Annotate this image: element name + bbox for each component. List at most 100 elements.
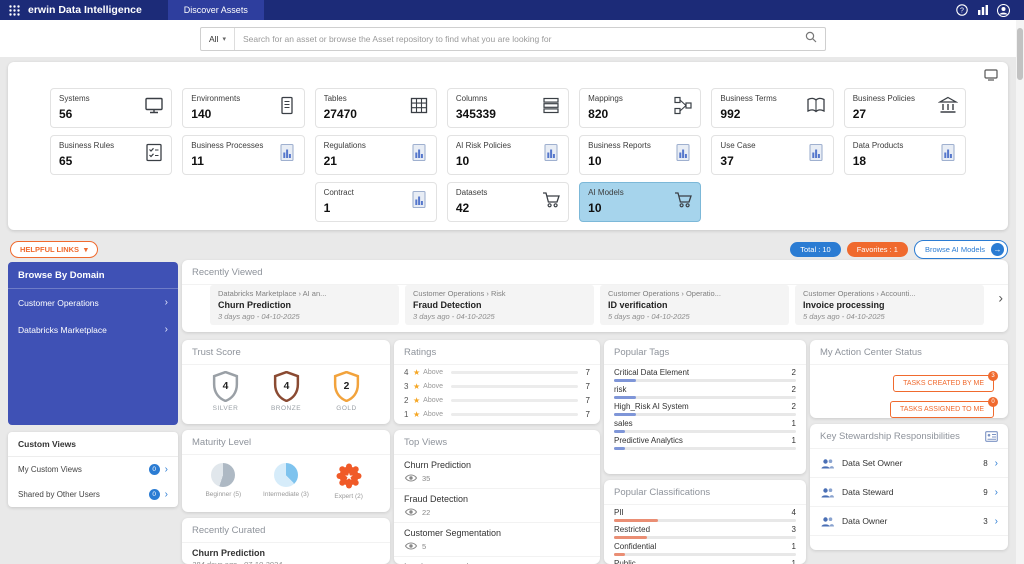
sidebar-item-shared-by-other-users[interactable]: Shared by Other Users 0 › [8,482,178,507]
sidebar-item-my-custom-views[interactable]: My Custom Views 0 › [8,457,178,482]
tag-row[interactable]: sales1 [604,416,806,433]
eye-icon [404,506,418,518]
recently-viewed-title: Recently Viewed [182,260,1008,285]
scrollbar-thumb[interactable] [1017,28,1023,80]
metric-card-use-case[interactable]: Use Case37 [711,135,833,175]
stewardship-row[interactable]: Data Set Owner 8 › [810,449,1008,478]
document-icon [277,96,297,121]
metric-card-ai-risk-policies[interactable]: AI Risk Policies10 [447,135,569,175]
metric-card-mappings[interactable]: Mappings820 [579,88,701,128]
carousel-next-button[interactable]: › [998,290,1003,306]
metric-card-business-terms[interactable]: Business Terms992 [711,88,833,128]
recently-viewed-cards: Databricks Marketplace › AI an... Churn … [210,285,984,325]
task-count-badge: 3 [988,371,998,381]
metric-card-ai-models-selected[interactable]: AI Models10 [579,182,701,222]
checklist-icon [144,143,164,168]
user-avatar[interactable] [997,4,1010,17]
ratings-panel: Ratings 4★Above7 3★Above7 2★Above7 1★Abo… [394,340,600,424]
helpful-links-button[interactable]: HELPFUL LINKS ▾ [10,241,98,258]
svg-text:?: ? [960,8,964,15]
popular-classifications-panel: Popular Classifications PII4 Restricted3… [604,480,806,564]
metric-card-datasets[interactable]: Datasets42 [447,182,569,222]
layout-toggle-icon[interactable] [984,68,998,86]
metric-card-contract[interactable]: Contract1 [315,182,437,222]
top-views-row[interactable]: Invoice processing 2 [394,557,600,564]
classification-row[interactable]: PII4 [604,505,806,522]
rating-row[interactable]: 1★Above7 [394,407,600,421]
top-views-row[interactable]: Fraud Detection 22 [394,489,600,523]
metric-card-business-processes[interactable]: Business Processes11 [182,135,304,175]
top-views-row[interactable]: Customer Segmentation 5 [394,523,600,557]
browse-ai-models-button[interactable]: Browse AI Models → [914,240,1008,259]
action-center-title: My Action Center Status [810,340,1008,365]
help-icon[interactable]: ? [955,4,968,17]
search-bar: All ▾ [200,27,826,51]
metric-card-business-reports[interactable]: Business Reports10 [579,135,701,175]
app-launcher-icon[interactable] [4,0,24,20]
metric-card-environments[interactable]: Environments140 [182,88,304,128]
monitor-icon [144,96,164,121]
star-icon: ★ [413,368,420,377]
tab-discover-assets[interactable]: Discover Assets [168,0,264,20]
maturity-levels: Beginner (5) Intermediate (3) ★ Expert (… [182,455,390,501]
star-icon: ★ [413,396,420,405]
classification-row[interactable]: Restricted3 [604,522,806,539]
action-center-panel: My Action Center Status TASKS CREATED BY… [810,340,1008,418]
tag-row[interactable]: High_Risk AI System2 [604,399,806,416]
rating-bar [451,413,578,416]
top-views-row[interactable]: Churn Prediction 35 [394,455,600,489]
tag-row[interactable]: Critical Data Element2 [604,365,806,382]
stewardship-panel: Key Stewardship Responsibilities Data Se… [810,424,1008,550]
metric-card-business-rules[interactable]: Business Rules65 [50,135,172,175]
metric-card-regulations[interactable]: Regulations21 [315,135,437,175]
classification-row[interactable]: Confidential1 [604,539,806,556]
metric-card-systems[interactable]: Systems56 [50,88,172,128]
metric-card-data-products[interactable]: Data Products18 [844,135,966,175]
popular-tags-title: Popular Tags [604,340,806,365]
metric-card-business-policies[interactable]: Business Policies27 [844,88,966,128]
tag-row[interactable]: Predictive Analytics1 [604,433,806,450]
rating-row[interactable]: 4★Above7 [394,365,600,379]
recently-curated-item[interactable]: Churn Prediction 284 days ago - 07-10-20… [182,543,390,564]
analytics-icon[interactable] [976,4,989,17]
maturity-expert: ★ Expert (2) [319,463,379,501]
rating-row[interactable]: 2★Above7 [394,393,600,407]
svg-text:4: 4 [223,381,229,392]
top-navbar: erwin Data Intelligence Discover Assets … [0,0,1024,20]
stewardship-row[interactable]: Data Steward 9 › [810,478,1008,507]
shield-silver-icon: 4 [212,371,239,402]
browse-by-domain-title: Browse By Domain [8,262,178,289]
stewardship-row[interactable]: Data Owner 3 › [810,507,1008,536]
tag-bar [614,447,796,450]
favorites-badge[interactable]: Favorites : 1 [847,242,908,257]
metrics-grid: Systems56 Environments140 Tables27470 Co… [50,88,966,222]
tasks-assigned-to-me-button[interactable]: TASKS ASSIGNED TO ME 0 [890,401,994,418]
search-input[interactable] [235,34,805,44]
search-icon[interactable] [805,30,817,48]
sidebar-item-customer-operations[interactable]: Customer Operations › [8,289,178,316]
tasks-created-by-me-button[interactable]: TASKS CREATED BY ME 3 [893,375,994,392]
gauge-intermediate-icon [274,463,298,487]
recently-viewed-card[interactable]: Databricks Marketplace › AI an... Churn … [210,285,399,325]
recently-viewed-card[interactable]: Customer Operations › Accounti... Invoic… [795,285,984,325]
recently-viewed-card[interactable]: Customer Operations › Operatio... ID ver… [600,285,789,325]
classification-row[interactable]: Public1 [604,556,806,564]
maturity-level-panel: Maturity Level Beginner (5) Intermediate… [182,430,390,512]
browse-by-domain-panel: Browse By Domain Customer Operations › D… [8,262,178,425]
search-scope-dropdown[interactable]: All ▾ [201,28,235,50]
total-count-badge[interactable]: Total : 10 [790,242,840,257]
stewardship-title: Key Stewardship Responsibilities [810,424,1008,449]
report-icon [673,143,693,168]
custom-views-title: Custom Views [8,432,178,457]
recently-viewed-card[interactable]: Customer Operations › Risk Fraud Detecti… [405,285,594,325]
metric-card-columns[interactable]: Columns345339 [447,88,569,128]
report-icon [409,190,429,215]
chevron-right-icon: › [165,324,168,335]
tag-row[interactable]: risk2 [604,382,806,399]
metric-card-tables[interactable]: Tables27470 [315,88,437,128]
vertical-scrollbar[interactable] [1016,20,1024,564]
report-icon [938,143,958,168]
rating-row[interactable]: 3★Above7 [394,379,600,393]
sidebar-item-databricks-marketplace[interactable]: Databricks Marketplace › [8,316,178,343]
maturity-intermediate: Intermediate (3) [256,463,316,501]
